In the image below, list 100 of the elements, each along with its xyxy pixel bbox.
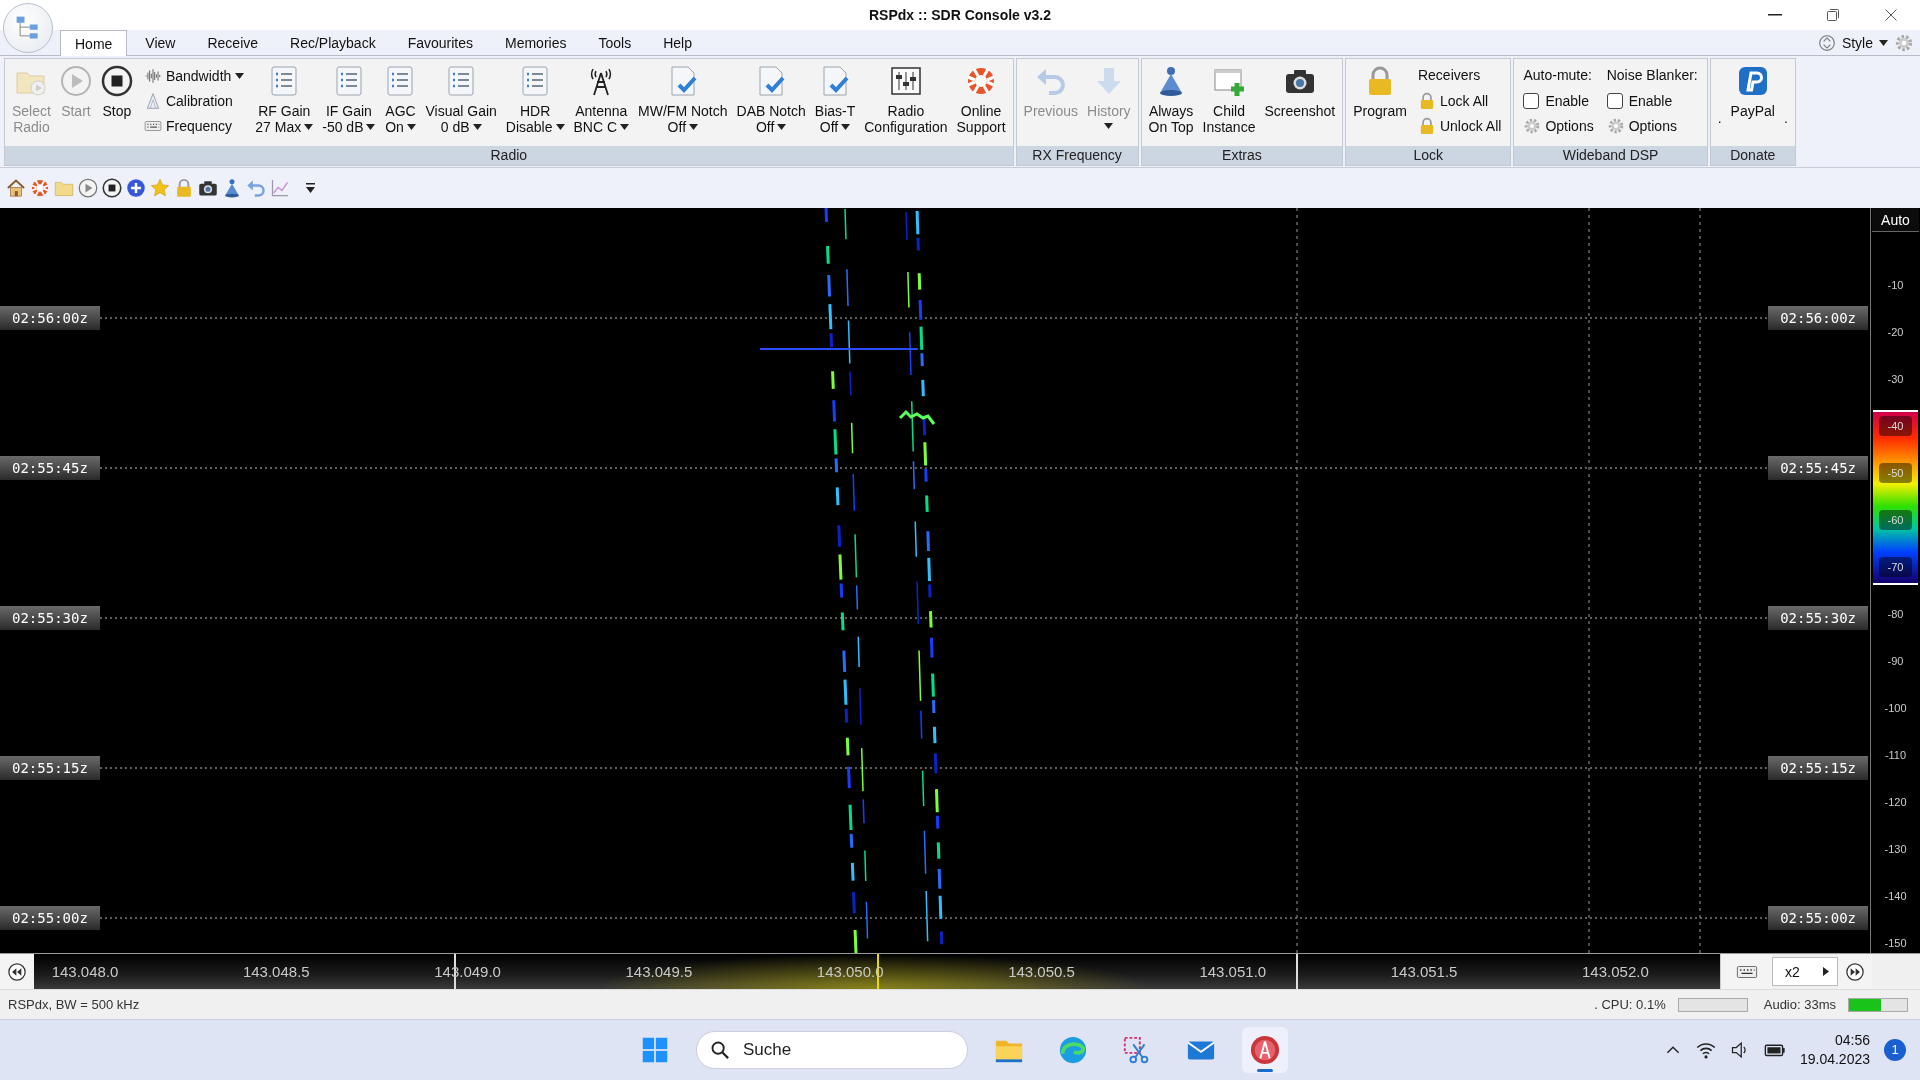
checkbox-label: Enable: [1545, 92, 1589, 109]
search-field[interactable]: Suche: [696, 1031, 968, 1069]
ribbon-tab[interactable]: Rec/Playback: [276, 30, 390, 55]
notification-badge[interactable]: 1: [1884, 1039, 1906, 1061]
swirl-circle-icon: [1058, 1035, 1088, 1065]
time-label: 02:55:30z: [1768, 606, 1868, 630]
rewind-icon: [7, 961, 27, 982]
group-label: Lock: [1346, 146, 1511, 165]
forward-button[interactable]: [1838, 954, 1872, 989]
ribbon-small-button[interactable]: Lock All: [1417, 90, 1502, 111]
cpu-label: . CPU: 0.1%: [1594, 997, 1666, 1012]
frequency-label: 143.048.0: [50, 963, 120, 980]
checkbox[interactable]: [1523, 92, 1540, 109]
house-icon[interactable]: [6, 178, 26, 198]
line-chart-icon[interactable]: [270, 178, 290, 198]
ribbon-tab[interactable]: View: [131, 30, 190, 55]
frequency-label: 143.051.0: [1198, 963, 1268, 980]
style-menu[interactable]: Style: [1817, 33, 1888, 52]
ribbon-dropdown[interactable]: MW/FM Notch Off: [634, 61, 732, 146]
ribbon-tab[interactable]: Favourites: [393, 30, 487, 55]
scale-label: -130: [1883, 842, 1908, 857]
ribbon-dropdown[interactable]: Visual Gain 0 dB: [421, 61, 501, 146]
ribbon-dropdown[interactable]: RF Gain 27 Max: [251, 61, 318, 146]
keyboard-button[interactable]: [1720, 954, 1772, 989]
group-label: Wideband DSP: [1514, 146, 1707, 165]
audio-label: Audio: 33ms: [1763, 997, 1836, 1012]
scale-label: -20: [1886, 325, 1905, 340]
caret-icon: [366, 124, 376, 130]
fast-forward-icon: [1845, 961, 1865, 982]
ribbon-tab[interactable]: Memories: [491, 30, 581, 55]
ribbon-button[interactable]: PayPal: [1726, 61, 1779, 146]
wifi-icon[interactable]: [1695, 1040, 1716, 1060]
clock-date[interactable]: 19.04.2023: [1799, 1050, 1870, 1069]
section-heading: Auto-mute:: [1523, 66, 1593, 85]
frequency-label: 143.050.5: [1007, 963, 1076, 980]
sliders-icon: [889, 65, 922, 97]
ribbon-small-button[interactable]: Calibration: [143, 90, 245, 111]
section-heading: Noise Blanker:: [1606, 66, 1698, 85]
ribbon-button[interactable]: Child Instance: [1198, 61, 1260, 146]
waveform-icon: [143, 66, 162, 85]
clock-time[interactable]: 04:56: [1834, 1031, 1870, 1050]
caret-icon[interactable]: [306, 183, 315, 193]
ribbon-dropdown[interactable]: DAB Notch Off: [732, 61, 810, 146]
ribbon-dropdown[interactable]: IF Gain -50 dB: [318, 61, 380, 146]
cone-icon[interactable]: [222, 178, 242, 198]
rewind-button[interactable]: [0, 954, 34, 989]
scale-label: -50: [1879, 463, 1912, 483]
time-label: 02:56:00z: [1768, 306, 1868, 330]
ribbon-dropdown[interactable]: Bias-T Off: [810, 61, 860, 146]
ribbon-button[interactable]: Program: [1349, 61, 1411, 146]
caret-icon: [841, 124, 851, 130]
right-triangle-icon: [1823, 967, 1829, 976]
checkbox-label: Enable: [1628, 92, 1673, 109]
ribbon-tab[interactable]: Tools: [584, 30, 646, 55]
camera-icon[interactable]: [198, 178, 218, 198]
ribbon-button[interactable]: Always On Top: [1144, 61, 1198, 146]
taskbar-app-button[interactable]: [1242, 1027, 1288, 1073]
ribbon-dropdown[interactable]: HDR Disable: [501, 61, 569, 146]
ribbon-small-button[interactable]: Bandwidth: [143, 65, 245, 86]
ribbon-small-button[interactable]: Frequency: [143, 115, 245, 136]
ribbon-button[interactable]: Radio Configuration: [860, 61, 952, 146]
ribbon-dropdown[interactable]: AGC On: [380, 61, 421, 146]
ribbon-button[interactable]: Stop: [96, 61, 137, 146]
caret-icon: [1104, 123, 1114, 129]
caret-icon: [304, 124, 314, 130]
scale-label: -60: [1879, 510, 1912, 530]
application-menu-button[interactable]: [3, 3, 53, 53]
lifebuoy-icon[interactable]: [30, 178, 50, 198]
group-label: Extras: [1141, 146, 1343, 165]
auto-button[interactable]: Auto: [1872, 208, 1919, 232]
caret-icon: [406, 124, 416, 130]
caret-icon: [1879, 39, 1888, 46]
group-label: Donate: [1710, 146, 1795, 165]
ribbon-dropdown[interactable]: Antenna BNC C: [569, 61, 634, 146]
options-button[interactable]: Options: [1606, 115, 1698, 136]
checkbox[interactable]: [1606, 92, 1623, 109]
caret-icon: [777, 124, 787, 130]
color-range-bar[interactable]: [1873, 410, 1918, 585]
time-label: 02:55:15z: [1768, 756, 1868, 780]
ribbon-tab[interactable]: Receive: [193, 30, 273, 55]
ribbon-small-button[interactable]: Unlock All: [1417, 115, 1502, 136]
scale-label: -150: [1883, 936, 1908, 951]
section-heading: Receivers: [1417, 66, 1482, 85]
frequency-label: 143.049.5: [624, 963, 694, 980]
time-label: 02:55:00z: [1768, 906, 1868, 930]
dot-text: .: [1782, 110, 1789, 126]
star-icon[interactable]: [150, 178, 170, 198]
stop-icon[interactable]: [102, 178, 122, 198]
ribbon-tab[interactable]: Home: [60, 30, 128, 56]
caret-icon: [472, 124, 482, 130]
ribbon-button[interactable]: Screenshot: [1260, 61, 1340, 146]
plus-icon[interactable]: [126, 178, 146, 198]
restore-icon: [1825, 7, 1841, 23]
zoom-dropdown[interactable]: x2: [1772, 957, 1838, 986]
time-label: 02:55:45z: [1768, 456, 1868, 480]
group-label: RX Frequency: [1016, 146, 1138, 165]
play-icon[interactable]: [78, 178, 98, 198]
ribbon-button[interactable]: Online Support: [952, 61, 1010, 146]
ribbon-tab[interactable]: Help: [649, 30, 706, 55]
options-button[interactable]: Options: [1523, 115, 1594, 136]
